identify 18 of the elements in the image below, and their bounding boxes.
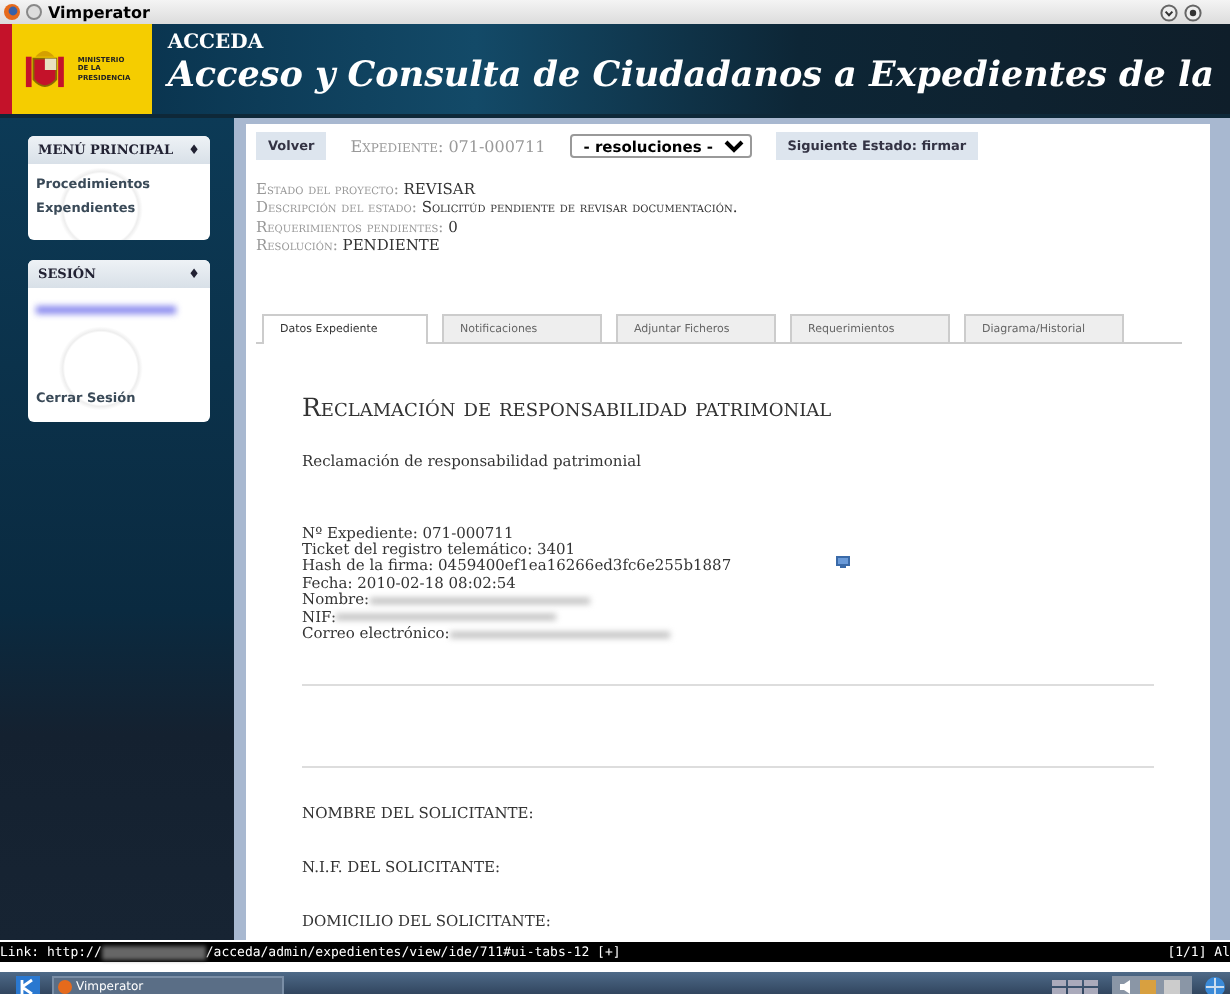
pager-icon[interactable] <box>1052 977 1100 994</box>
window-button-icon[interactable] <box>26 4 42 20</box>
expediente-number: Expediente: 071-000711 <box>350 137 546 155</box>
browser-icon <box>4 4 20 20</box>
globe-icon[interactable] <box>1204 975 1226 994</box>
monitor-icon[interactable] <box>836 555 850 567</box>
maximize-icon[interactable] <box>1184 3 1202 21</box>
browser-icon <box>58 979 72 993</box>
redacted-user-name <box>36 306 176 314</box>
minimize-icon[interactable] <box>1160 3 1178 21</box>
start-menu-icon[interactable] <box>16 975 40 994</box>
app-name: ACCEDA <box>167 32 266 54</box>
system-tray-drawing[interactable] <box>1112 975 1192 994</box>
document-title: Reclamación de responsabilidad patrimonial <box>302 391 834 421</box>
app-title: Acceso y Consulta de Ciudadanos a Expedientes de la <box>167 56 1214 96</box>
window-title: Vimperator <box>48 3 150 21</box>
redacted-host <box>101 945 206 959</box>
scrollbar[interactable] <box>1210 118 1230 940</box>
